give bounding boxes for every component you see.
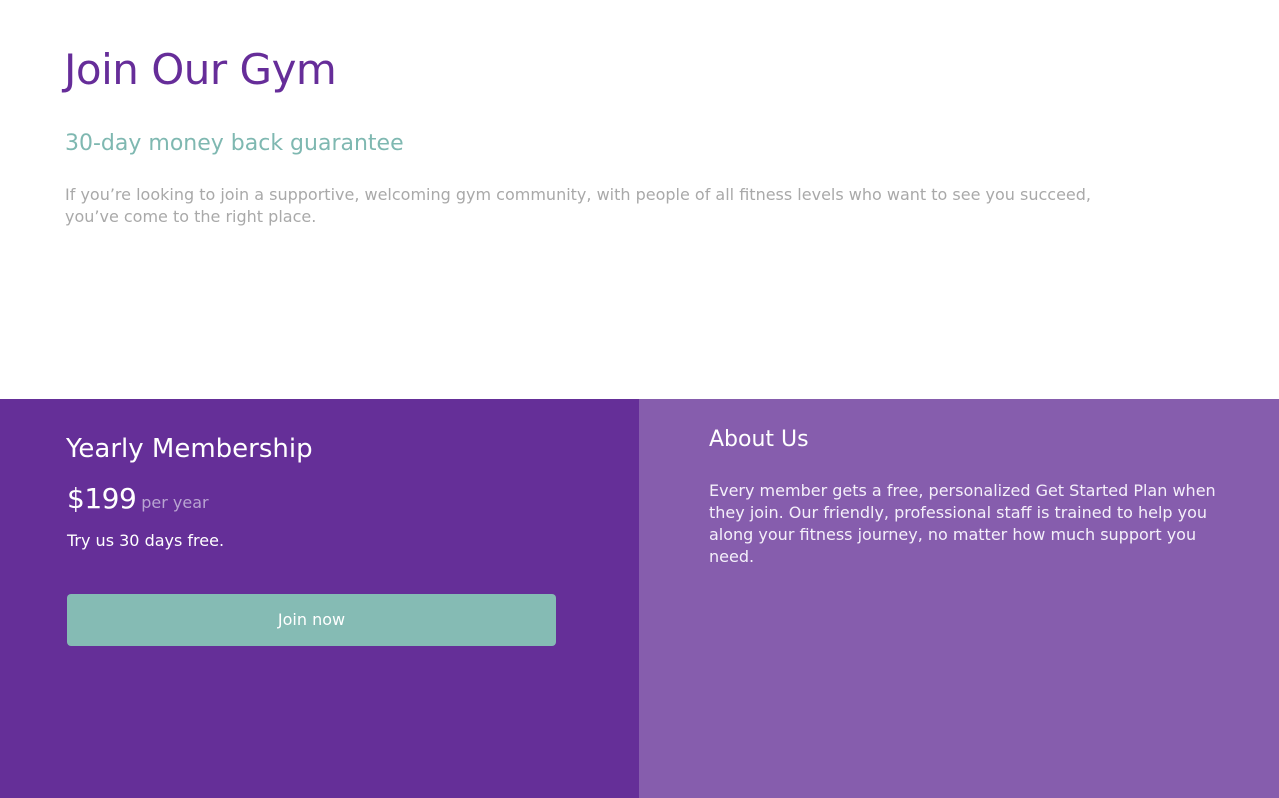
page-title: Join Our Gym [64,45,337,94]
about-description: Every member gets a free, personalized G… [709,481,1216,566]
details-section: Yearly Membership $199 per year Try us 3… [0,399,1279,798]
about-panel: About Us Every member gets a free, perso… [639,399,1279,798]
price-row: $199 per year [67,483,209,515]
hero-section: Join Our Gym 30-day money back guarantee… [0,0,1279,399]
membership-panel: Yearly Membership $199 per year Try us 3… [0,399,639,798]
free-trial-text: Try us 30 days free. [67,531,225,550]
price-period: per year [141,493,209,512]
join-now-button[interactable]: Join now [67,594,556,646]
membership-title: Yearly Membership [66,434,313,464]
gym-signup-page: Join Our Gym 30-day money back guarantee… [0,0,1279,798]
about-title: About Us [709,427,809,452]
intro-paragraph: If you’re looking to join a supportive, … [65,185,1092,226]
guarantee-subtitle: 30-day money back guarantee [65,131,404,156]
membership-price: $199 [67,482,137,515]
